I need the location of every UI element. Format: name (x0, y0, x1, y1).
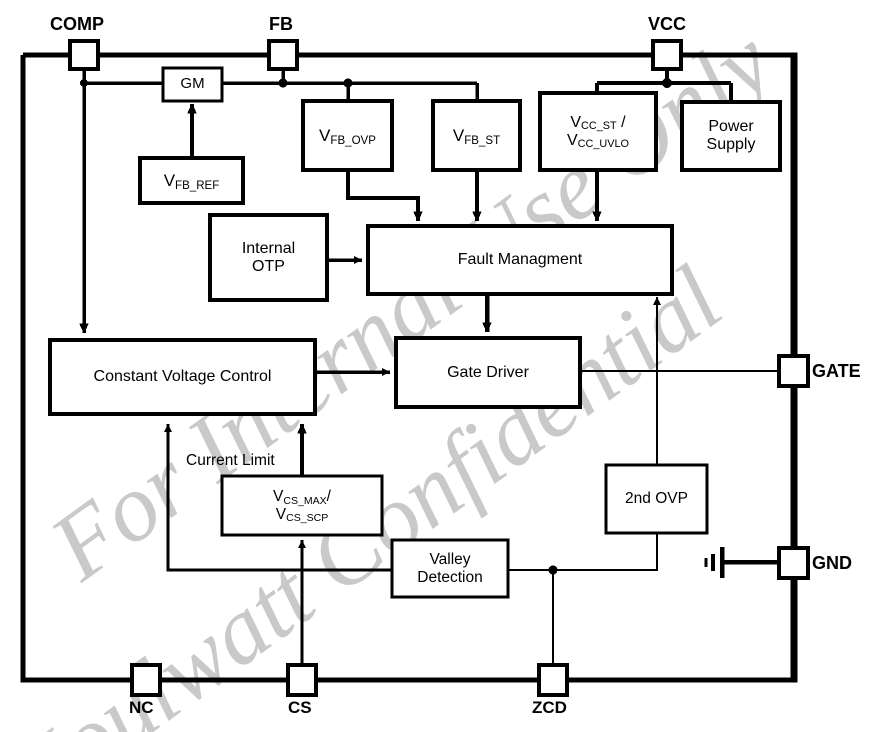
block-fault-box (366, 224, 674, 296)
wire-vfbovp-fault (346, 170, 423, 222)
pin-label-fb: FB (269, 14, 293, 34)
pin-label-comp: COMP (50, 14, 104, 34)
block-valley-box (390, 538, 510, 599)
pin-zcd-square (537, 663, 569, 697)
pin-vcc-square (651, 39, 683, 71)
block-gm-box (161, 66, 224, 103)
block-power-box (680, 100, 782, 172)
pin-label-zcd: ZCD (532, 698, 567, 717)
block-vfbst-box (431, 99, 522, 172)
block-otp-box (208, 213, 329, 302)
block-boxes (48, 66, 782, 599)
pin-label-gate: GATE (812, 361, 861, 381)
pin-label-gnd: GND (812, 553, 852, 573)
pin-label-cs: CS (288, 698, 312, 717)
wire-ovp2-zcd (508, 533, 659, 665)
schematic-lines (20, 39, 810, 697)
pin-fb-square (267, 39, 299, 71)
pin-gate-square (777, 354, 810, 388)
pin-comp-square (68, 39, 100, 71)
ground-icon (704, 547, 778, 578)
block-gatedrv-box (394, 336, 582, 409)
block-cvc-box (48, 338, 317, 416)
pin-cs-square (286, 663, 318, 697)
block-diagram-canvas: For Internal Use Only Joulwatt Confident… (0, 0, 875, 732)
pin-nc-square (130, 663, 162, 697)
annotation-current-limit: Current Limit (186, 452, 275, 469)
pin-label-vcc: VCC (648, 14, 687, 34)
pin-label-nc: NC (129, 698, 154, 717)
block-ovp2-box (604, 463, 709, 535)
block-vfbovp-box (301, 99, 394, 172)
block-vfbref-box (138, 156, 245, 205)
wire-fb (222, 69, 479, 101)
pin-gnd-square (777, 546, 810, 580)
block-vccst-box (538, 91, 658, 172)
block-vcs-box (220, 474, 384, 537)
